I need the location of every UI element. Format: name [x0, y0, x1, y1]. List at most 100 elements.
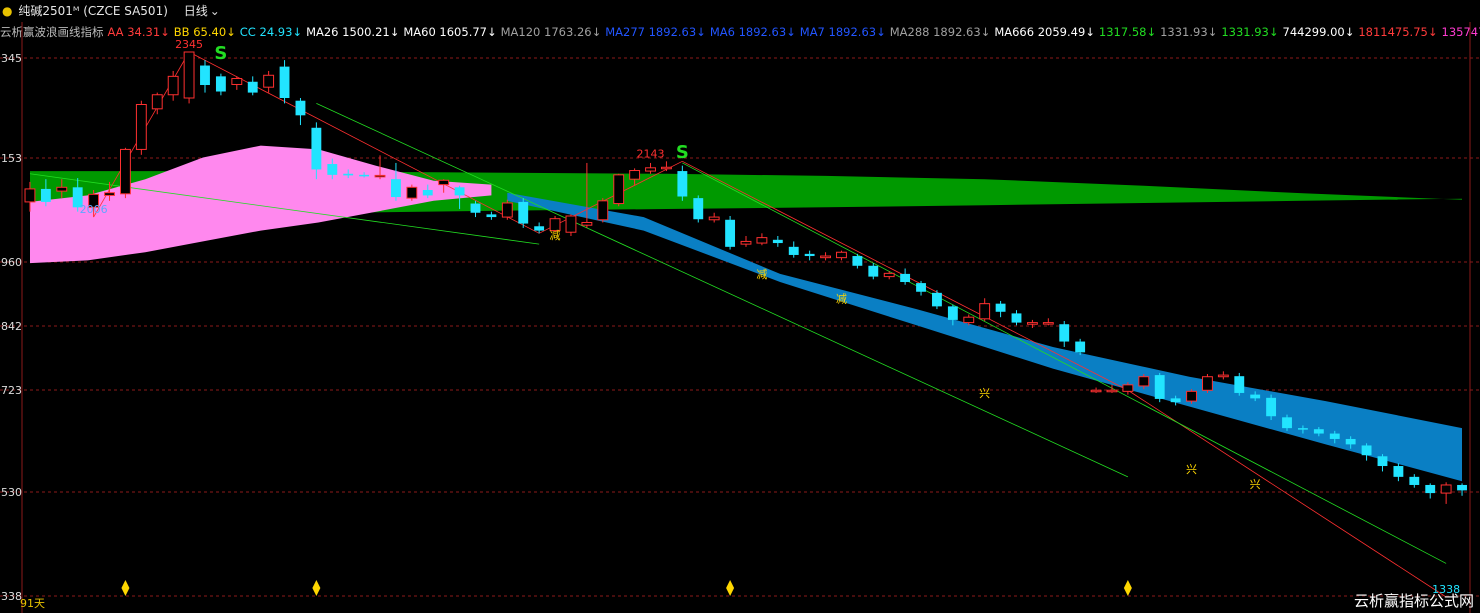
chevron-down-icon[interactable]: ⌄ [210, 4, 220, 18]
candle-body [104, 192, 115, 196]
candle-body [1297, 428, 1308, 430]
candle-body [868, 265, 879, 277]
candle-body [708, 216, 720, 221]
diamond-marker [312, 580, 321, 596]
candle-body [534, 226, 545, 231]
candle-body [916, 283, 926, 292]
candle-body [454, 187, 465, 196]
candle-body [852, 256, 863, 266]
candle-body [1313, 429, 1324, 434]
candle-body [119, 148, 131, 195]
candle-body [422, 190, 433, 196]
candle-body [1090, 389, 1102, 393]
watermark-brand: 云析赢指标公式网 [1353, 592, 1474, 610]
chart-annotation: 兴 [1186, 463, 1197, 476]
candle-body [900, 273, 911, 283]
days-count: 91天 [20, 597, 45, 610]
chart-annotation: 2143 [637, 147, 665, 160]
candle-body [374, 174, 386, 178]
candle-body [263, 74, 275, 88]
candle-body [200, 65, 210, 86]
candle-body [1377, 456, 1388, 467]
candle-body [231, 78, 243, 85]
chart-annotation: S [676, 142, 689, 163]
candle-body [661, 166, 672, 170]
candle-body [613, 174, 625, 205]
candle-body [740, 240, 752, 245]
candle-body [1106, 389, 1118, 393]
chart-annotation: 减 [550, 229, 561, 242]
y-tick-label: 842 [1, 320, 22, 333]
y-tick-label: 960 [1, 256, 22, 269]
candle-body [1345, 438, 1356, 445]
candle-body [725, 219, 736, 247]
candle-body [438, 179, 450, 186]
candle-body [135, 103, 147, 150]
candle-body [1122, 384, 1134, 392]
candle-body [1250, 394, 1261, 399]
candle-body [1075, 341, 1086, 353]
period-selector[interactable]: 日线 [184, 4, 208, 18]
candle-body [247, 81, 258, 93]
diamond-marker [121, 580, 130, 596]
candle-body [1026, 322, 1038, 325]
symbol-dot-icon: ● [2, 4, 13, 18]
candle-body [1425, 484, 1436, 494]
candle-body [772, 239, 783, 244]
candle-body [391, 179, 401, 198]
candle-body [215, 76, 226, 92]
candle-body [1440, 484, 1452, 494]
candle-body [883, 272, 895, 278]
candle-body [359, 174, 370, 177]
candle-body [295, 100, 306, 116]
header-bar: ● 纯碱2501ᴹ (CZCE SA501) 日线 ⌄ [0, 0, 1480, 22]
candle-body [677, 171, 688, 197]
chart-annotation: 减 [836, 292, 847, 305]
candle-body [820, 255, 831, 259]
chart-annotation: S [214, 43, 227, 64]
trend-line [316, 103, 1129, 478]
candle-body [693, 198, 704, 220]
symbol-name[interactable]: 纯碱2501ᴹ (CZCE SA501) [18, 4, 168, 18]
candle-body [56, 186, 68, 192]
candle-body [406, 186, 418, 199]
candle-body [40, 188, 51, 202]
chart-annotation: 兴 [979, 387, 990, 400]
candle-body [804, 253, 815, 257]
y-tick-label: 530 [1, 486, 22, 499]
candle-body [486, 214, 497, 218]
blue-band [507, 192, 1462, 482]
candle-body [597, 200, 609, 221]
candle-body [1138, 376, 1150, 387]
candle-body [1329, 433, 1340, 439]
candle-body [995, 303, 1006, 312]
candle-body [183, 51, 195, 99]
y-tick-label: 338 [1, 590, 22, 603]
candle-body [1202, 376, 1213, 391]
candle-body [788, 246, 799, 255]
candle-body [1011, 313, 1022, 323]
y-tick-label: 345 [1, 52, 22, 65]
candle-body [167, 75, 179, 96]
candle-body [279, 66, 290, 99]
candlestick-chart[interactable]: 3451539608427235303382345 S20062143 S减减减兴兴… [0, 22, 1480, 613]
candle-body [1234, 376, 1245, 393]
candle-body [1217, 374, 1229, 378]
candle-body [501, 202, 513, 218]
candle-body [311, 127, 322, 170]
candle-body [518, 201, 529, 224]
y-tick-label: 153 [1, 152, 22, 165]
candle-body [979, 303, 991, 320]
candle-body [836, 251, 847, 259]
diamond-marker [1123, 580, 1132, 596]
candle-body [1282, 417, 1292, 429]
candle-body [1170, 398, 1181, 403]
diamond-marker [726, 580, 735, 596]
candle-body [1186, 390, 1197, 402]
candle-body [1059, 324, 1070, 342]
candle-body [1266, 397, 1277, 417]
candle-body [343, 173, 354, 176]
candle-body [645, 167, 656, 172]
candle-body [1361, 445, 1372, 456]
candle-body [327, 164, 338, 175]
